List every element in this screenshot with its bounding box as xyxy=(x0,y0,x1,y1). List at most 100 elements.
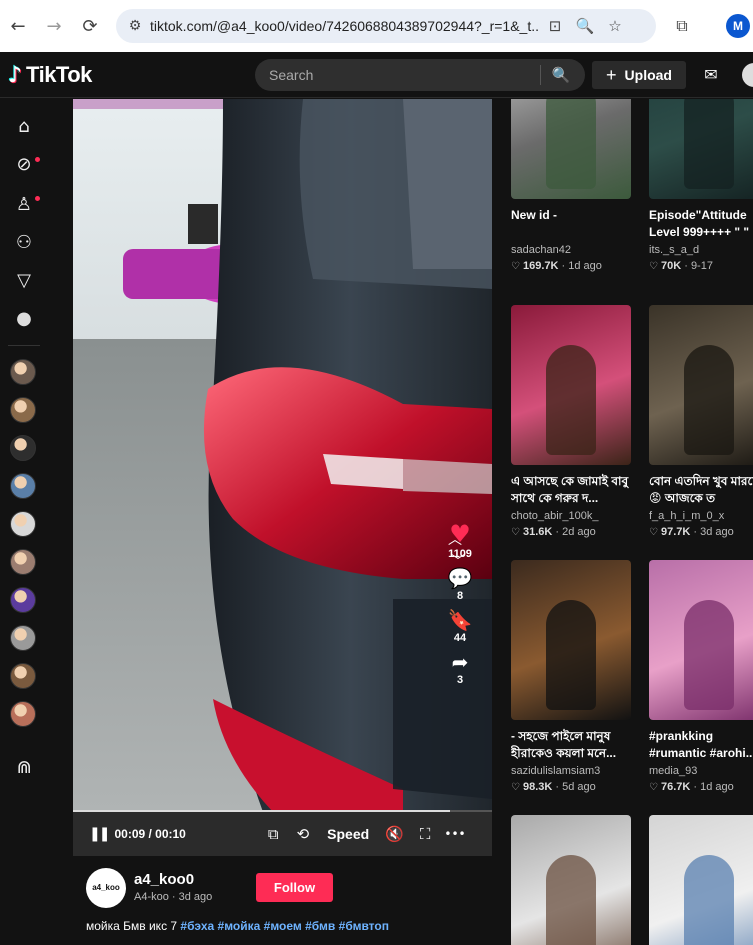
video-card[interactable]: #prankking #rumantic #arohi... media_93 ♡ 7… xyxy=(649,560,753,793)
video-time: 00:09 / 00:10 xyxy=(114,827,186,841)
reload-icon[interactable]: ⟳ xyxy=(76,12,104,40)
like-icon[interactable]: ♥ xyxy=(443,520,477,548)
upload-button[interactable]: + Upload xyxy=(592,61,686,89)
inbox-icon[interactable]: ✉ xyxy=(700,65,722,85)
profile-avatar[interactable]: M xyxy=(726,14,750,38)
followed-account-avatar[interactable] xyxy=(10,549,36,575)
extensions-icon[interactable]: ⧉ xyxy=(668,12,696,40)
tiktok-note-icon: ♪ xyxy=(8,62,23,88)
video-card-title[interactable]: #prankking #rumantic #arohi... xyxy=(649,728,753,762)
video-thumbnail[interactable] xyxy=(649,815,753,945)
follow-button[interactable]: Follow xyxy=(256,873,333,902)
mute-icon[interactable]: 🔇 xyxy=(385,825,404,843)
creator-tools-icon[interactable]: ⋒ xyxy=(12,756,36,780)
video-card-author[interactable]: its._s_a_d xyxy=(649,244,753,256)
auto-scroll-icon[interactable]: ⟲ xyxy=(297,825,310,843)
more-options-icon[interactable]: ••• xyxy=(444,827,465,841)
share-count: 3 xyxy=(456,674,464,686)
followed-account-avatar[interactable] xyxy=(10,359,36,385)
bookmark-star-icon[interactable]: ☆ xyxy=(600,17,630,35)
install-icon[interactable]: ⊡ xyxy=(540,17,570,35)
speed-button[interactable]: Speed xyxy=(327,826,369,842)
video-card-title[interactable]: - সহজে পাইলে মানুষ হীরাকেও কয়লা মনে... xyxy=(511,728,631,762)
video-card-likes: 70K xyxy=(660,260,682,272)
author-username[interactable]: a4_koo0 xyxy=(134,871,194,888)
hashtag[interactable]: #моем xyxy=(264,919,302,933)
profile-icon[interactable]: ● xyxy=(12,307,36,331)
forward-icon[interactable]: → xyxy=(40,12,68,40)
thumbnail-figure xyxy=(546,345,596,455)
video-thumbnail[interactable] xyxy=(511,99,631,199)
video-card-author[interactable]: media_93 xyxy=(649,765,753,777)
user-avatar[interactable] xyxy=(742,63,753,87)
author-avatar[interactable]: a4_koo xyxy=(86,868,126,908)
share-icon[interactable]: ➦ xyxy=(443,650,477,674)
followed-account-avatar[interactable] xyxy=(10,435,36,461)
video-thumbnail[interactable] xyxy=(511,305,631,465)
video-card[interactable]: এ আসছে কে জামাই বাবু সাথে কে গরুর দ... ch… xyxy=(511,305,631,538)
video-card-age: 1d ago xyxy=(700,781,734,793)
live-icon[interactable]: ▽ xyxy=(12,269,36,293)
address-bar[interactable]: ⚙ tiktok.com/@a4_koo0/video/742606880438… xyxy=(116,9,656,43)
video-card-author[interactable]: f_a_h_i_m_0_x xyxy=(649,510,753,522)
following-icon[interactable]: ♙ xyxy=(12,193,36,217)
followed-account-avatar[interactable] xyxy=(10,701,36,727)
video-card[interactable]: বোন এতদিন খুব মারছো😡 আজকে ত f_a_h_i_m_0_x… xyxy=(649,305,753,538)
caption-text: мойка Бмв икс 7 xyxy=(86,919,181,933)
video-card[interactable] xyxy=(649,815,753,945)
video-thumbnail[interactable] xyxy=(649,99,753,199)
picture-in-picture-icon[interactable]: ⧉ xyxy=(268,825,279,843)
video-card-meta: ♡ 70K · 9-17 xyxy=(649,260,753,272)
author-info: a4_koo a4_koo0 A4-koo · 3d ago Follow мо… xyxy=(73,856,492,945)
video-card-author[interactable]: sazidulislamsiam3 xyxy=(511,765,631,777)
followed-account-avatar[interactable] xyxy=(10,587,36,613)
video-thumbnail[interactable] xyxy=(649,305,753,465)
video-thumbnail[interactable] xyxy=(511,560,631,720)
followed-account-avatar[interactable] xyxy=(10,397,36,423)
followed-account-avatar[interactable] xyxy=(10,663,36,689)
save-count: 44 xyxy=(453,632,467,644)
video-card-author[interactable]: sadachan42 xyxy=(511,244,631,256)
fullscreen-icon[interactable]: ⛶ xyxy=(420,825,431,843)
heart-icon: ♡ xyxy=(649,782,658,793)
video-frame xyxy=(73,99,492,812)
video-card[interactable] xyxy=(511,815,631,945)
video-card-likes: 98.3K xyxy=(522,781,553,793)
bookmark-icon[interactable]: 🔖 xyxy=(443,608,477,632)
video-card-likes: 97.7K xyxy=(660,526,691,538)
video-card-title[interactable]: বোন এতদিন খুব মারছো😡 আজকে ত xyxy=(649,473,753,507)
home-icon[interactable]: ⌂ xyxy=(12,115,36,139)
search-icon[interactable]: 🔍 xyxy=(541,66,581,84)
video-thumbnail[interactable] xyxy=(511,815,631,945)
hashtag[interactable]: #бэха xyxy=(180,919,214,933)
followed-account-avatar[interactable] xyxy=(10,625,36,651)
thumbnail-figure xyxy=(546,855,596,945)
tiktok-logo[interactable]: ♪ TikTok xyxy=(8,62,92,88)
hashtag[interactable]: #мойка xyxy=(218,919,261,933)
pause-icon[interactable]: ❚❚ xyxy=(89,826,111,842)
video-card-title[interactable]: New id - xyxy=(511,207,631,241)
zoom-icon[interactable]: 🔍 xyxy=(570,17,600,35)
video-card-title[interactable]: Episode"Attitude Level 999++++ " " xyxy=(649,207,753,241)
back-icon[interactable]: ← xyxy=(4,12,32,40)
hashtag[interactable]: #бмв xyxy=(305,919,335,933)
video-card[interactable]: New id - sadachan42 ♡ 169.7K · 1d ago xyxy=(511,99,631,272)
search-input[interactable] xyxy=(255,67,540,83)
video-card-title[interactable]: এ আসছে কে জামাই বাবু সাথে কে গরুর দ... xyxy=(511,473,631,507)
thumbnail-figure xyxy=(546,99,596,189)
video-thumbnail[interactable] xyxy=(649,560,753,720)
explore-icon[interactable]: ⊘ xyxy=(12,153,36,177)
video-card-author[interactable]: choto_abir_100k_ xyxy=(511,510,631,522)
video-card-age: 5d ago xyxy=(562,781,596,793)
video-player[interactable]: ︿ ﹀ xyxy=(73,99,492,812)
followed-account-avatar[interactable] xyxy=(10,473,36,499)
comment-icon[interactable]: 💬 xyxy=(443,566,477,590)
video-card[interactable]: - সহজে পাইলে মানুষ হীরাকেও কয়লা মনে... s… xyxy=(511,560,631,793)
url-text[interactable]: tiktok.com/@a4_koo0/video/74260688043897… xyxy=(150,18,540,34)
heart-icon: ♡ xyxy=(649,261,658,272)
followed-account-avatar[interactable] xyxy=(10,511,36,537)
site-settings-icon[interactable]: ⚙ xyxy=(120,18,150,34)
video-card[interactable]: Episode"Attitude Level 999++++ " " its._s… xyxy=(649,99,753,272)
friends-icon[interactable]: ⚇ xyxy=(12,231,36,255)
hashtag[interactable]: #бмвтоп xyxy=(339,919,389,933)
